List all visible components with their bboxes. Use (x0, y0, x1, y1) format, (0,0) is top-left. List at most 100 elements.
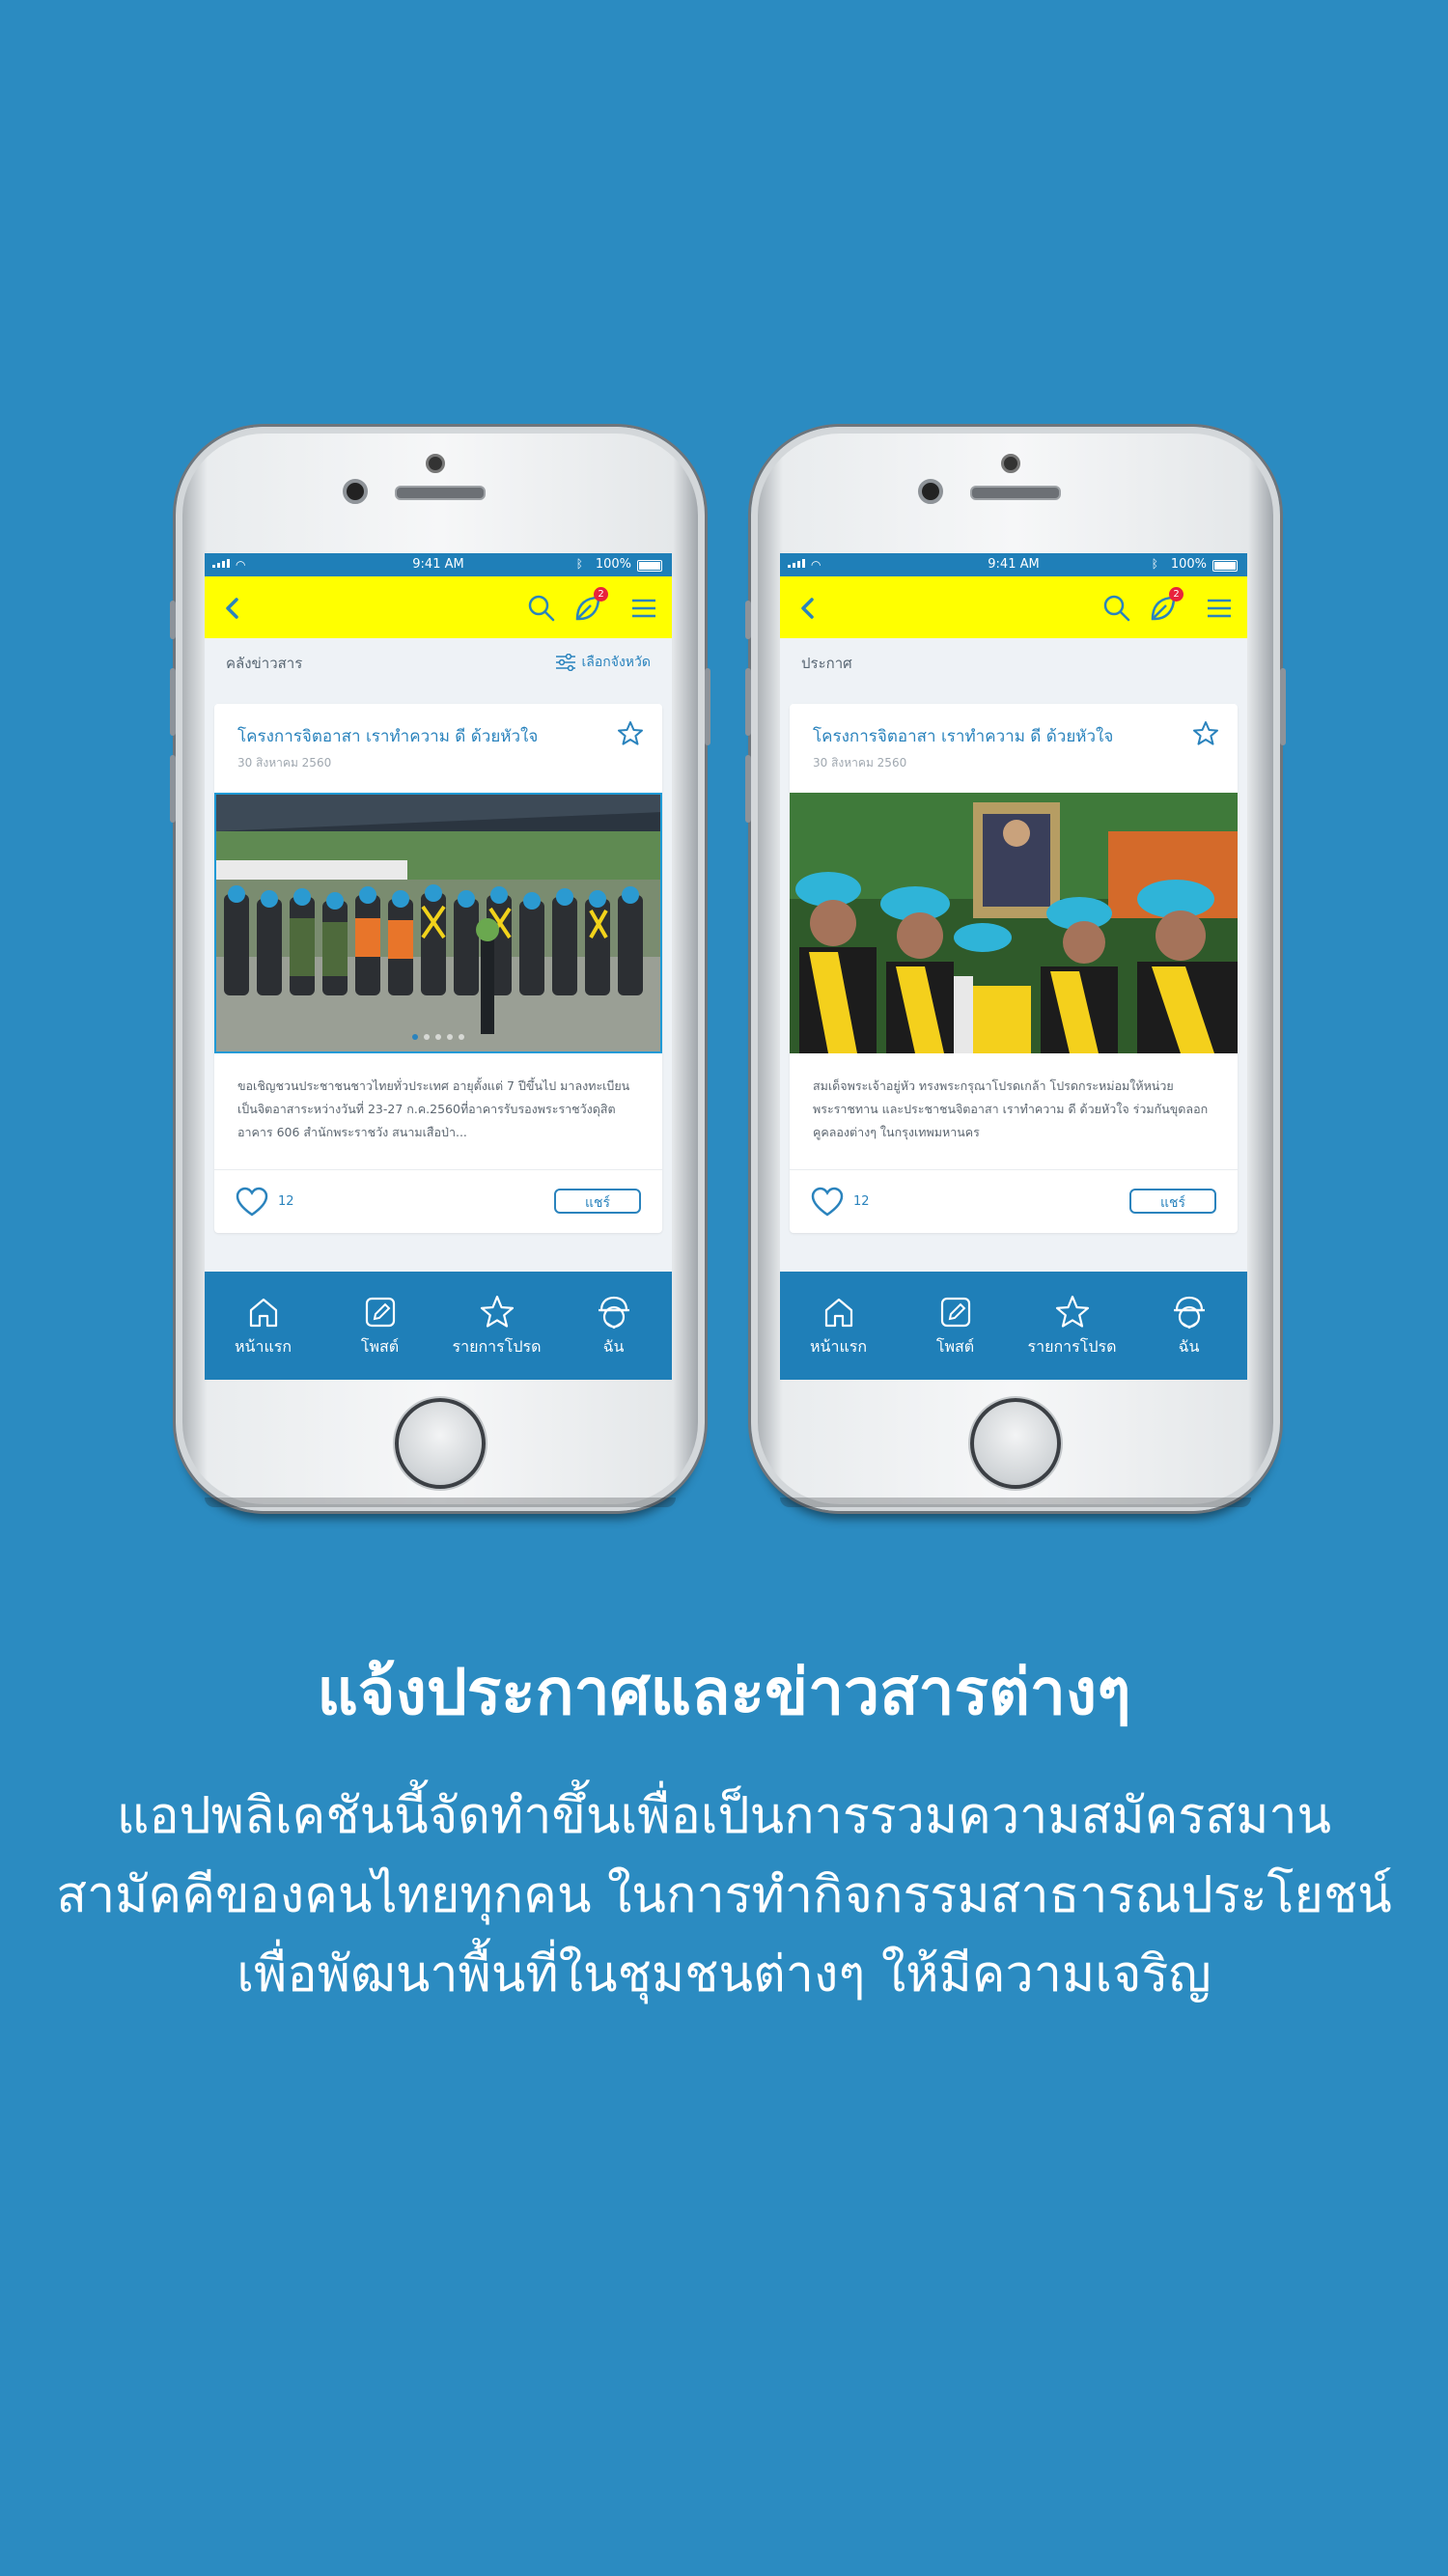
home-icon (249, 1298, 277, 1328)
notification-badge: 2 (1169, 587, 1183, 602)
nav-label: หน้าแรก (234, 1337, 292, 1356)
camera-dot (1001, 454, 1020, 473)
menu-icon[interactable] (1203, 592, 1236, 625)
status-bar: ◠ 9:41 AM ᛒ 100% (205, 553, 672, 576)
app-toolbar: 2 (780, 576, 1247, 638)
news-photo[interactable] (790, 793, 1238, 1053)
nav-profile[interactable]: ฉัน (555, 1272, 672, 1380)
nav-home[interactable]: หน้าแรก (780, 1272, 897, 1380)
battery-icon (1212, 560, 1238, 572)
nav-label: ฉัน (1178, 1337, 1200, 1356)
nav-home[interactable]: หน้าแรก (205, 1272, 321, 1380)
star-icon (480, 1295, 514, 1328)
volunteer-avatar-icon (1173, 1296, 1205, 1330)
heart-icon[interactable] (811, 1187, 844, 1218)
bluetooth-icon: ᛒ (575, 557, 583, 571)
home-icon (824, 1298, 852, 1328)
share-button[interactable]: แชร์ (554, 1189, 641, 1214)
search-icon[interactable] (1100, 592, 1133, 625)
card-title: โครงการจิตอาสา เราทำความ ดี ด้วยหัวใจ (813, 727, 1114, 746)
news-card[interactable]: โครงการจิตอาสา เราทำความ ดี ด้วยหัวใจ 30… (790, 704, 1238, 1233)
front-camera (918, 479, 943, 504)
volunteers-photo (214, 793, 662, 1053)
camera-dot (426, 454, 445, 473)
bottom-nav: หน้าแรก โพสต์ รายการโปรด ฉัน (205, 1272, 672, 1380)
phone-mockup-left: ◠ 9:41 AM ᛒ 100% 2 คลังข่าวสาร เลือกจังห… (170, 427, 710, 1511)
bottom-nav: หน้าแรก โพสต์ รายการโปรด ฉัน (780, 1272, 1247, 1380)
notification-badge: 2 (594, 587, 608, 602)
back-arrow-icon[interactable] (792, 592, 824, 625)
phone-mockup-right: ◠ 9:41 AM ᛒ 100% 2 ประกาศ โครงการจิตอาสา… (745, 427, 1286, 1511)
favorite-star-icon[interactable] (616, 719, 645, 748)
back-arrow-icon[interactable] (216, 592, 249, 625)
earpiece-speaker (970, 486, 1061, 500)
nav-profile[interactable]: ฉัน (1130, 1272, 1247, 1380)
card-title: โครงการจิตอาสา เราทำความ ดี ด้วยหัวใจ (237, 727, 539, 746)
nav-label: โพสต์ (935, 1337, 975, 1356)
volume-up-button (745, 668, 751, 736)
nav-favorites[interactable]: รายการโปรด (438, 1272, 555, 1380)
card-divider (214, 1169, 662, 1170)
nav-label: ฉัน (602, 1337, 625, 1356)
card-divider (790, 1169, 1238, 1170)
nav-favorites[interactable]: รายการโปรด (1014, 1272, 1130, 1380)
like-count: 12 (278, 1194, 294, 1209)
battery-icon (637, 560, 662, 572)
front-camera (343, 479, 368, 504)
search-icon[interactable] (525, 592, 558, 625)
star-icon (1055, 1295, 1089, 1328)
nav-post[interactable]: โพสต์ (321, 1272, 438, 1380)
share-button[interactable]: แชร์ (1129, 1189, 1216, 1214)
crowd-photo (790, 793, 1238, 1053)
volume-up-button (170, 668, 176, 736)
volunteer-avatar-icon (598, 1296, 629, 1330)
sliders-icon (555, 654, 575, 671)
bluetooth-icon: ᛒ (1151, 557, 1158, 571)
description-line: เพื่อพัฒนาพื้นที่ในชุมชนต่างๆ ให้มีความเ… (237, 1946, 1211, 2003)
earpiece-speaker (395, 486, 486, 500)
province-filter-button[interactable]: เลือกจังหวัด (555, 652, 651, 673)
section-header: คลังข่าวสาร เลือกจังหวัด (205, 638, 672, 683)
notification-button[interactable]: 2 (571, 587, 608, 625)
home-button (970, 1398, 1061, 1489)
carousel-dots[interactable] (214, 1025, 662, 1044)
section-label: ประกาศ (801, 655, 852, 672)
phone-screen: ◠ 9:41 AM ᛒ 100% 2 ประกาศ โครงการจิตอาสา… (780, 553, 1247, 1380)
menu-icon[interactable] (627, 592, 660, 625)
nav-label: โพสต์ (360, 1337, 400, 1356)
news-photo[interactable] (214, 793, 662, 1053)
power-button (705, 668, 710, 745)
edit-icon (940, 1297, 970, 1328)
card-body-text: ขอเชิญชวนประชาชนชาวไทยทั่วประเทศ อายุตั้… (237, 1078, 630, 1139)
like-count: 12 (853, 1194, 870, 1209)
news-card[interactable]: โครงการจิตอาสา เราทำความ ดี ด้วยหัวใจ 30… (214, 704, 662, 1233)
battery-percent: 100% (1170, 557, 1207, 572)
nav-post[interactable]: โพสต์ (897, 1272, 1014, 1380)
section-label: คลังข่าวสาร (226, 655, 303, 672)
favorite-star-icon[interactable] (1191, 719, 1220, 748)
home-button (395, 1398, 486, 1489)
app-toolbar: 2 (205, 576, 672, 638)
card-body-text: สมเด็จพระเจ้าอยู่หัว ทรงพระกรุณาโปรดเกล้… (813, 1078, 1209, 1139)
promo-description: แอปพลิเคชันนี้จัดทำขึ้นเพื่อเป็นการรวมคว… (39, 1777, 1409, 2014)
card-date: 30 สิงหาคม 2560 (813, 756, 907, 770)
edit-icon (365, 1297, 395, 1328)
volume-down-button (170, 755, 176, 823)
nav-label: รายการโปรด (452, 1337, 542, 1356)
heart-icon[interactable] (236, 1187, 268, 1218)
description-line: สามัคคีของคนไทยทุกคน ในการทำกิจกรรมสาธาร… (56, 1866, 1392, 1924)
mute-switch (170, 601, 176, 639)
section-header: ประกาศ (780, 638, 1247, 683)
status-bar: ◠ 9:41 AM ᛒ 100% (780, 553, 1247, 576)
battery-percent: 100% (595, 557, 631, 572)
nav-label: รายการโปรด (1027, 1337, 1117, 1356)
power-button (1280, 668, 1286, 745)
mute-switch (745, 601, 751, 639)
card-date: 30 สิงหาคม 2560 (237, 756, 332, 770)
notification-button[interactable]: 2 (1147, 587, 1183, 625)
phone-screen: ◠ 9:41 AM ᛒ 100% 2 คลังข่าวสาร เลือกจังห… (205, 553, 672, 1380)
filter-label: เลือกจังหวัด (581, 655, 651, 670)
volume-down-button (745, 755, 751, 823)
promo-headline: แจ้งประกาศและข่าวสารต่างๆ (317, 1655, 1131, 1729)
nav-label: หน้าแรก (809, 1337, 868, 1356)
